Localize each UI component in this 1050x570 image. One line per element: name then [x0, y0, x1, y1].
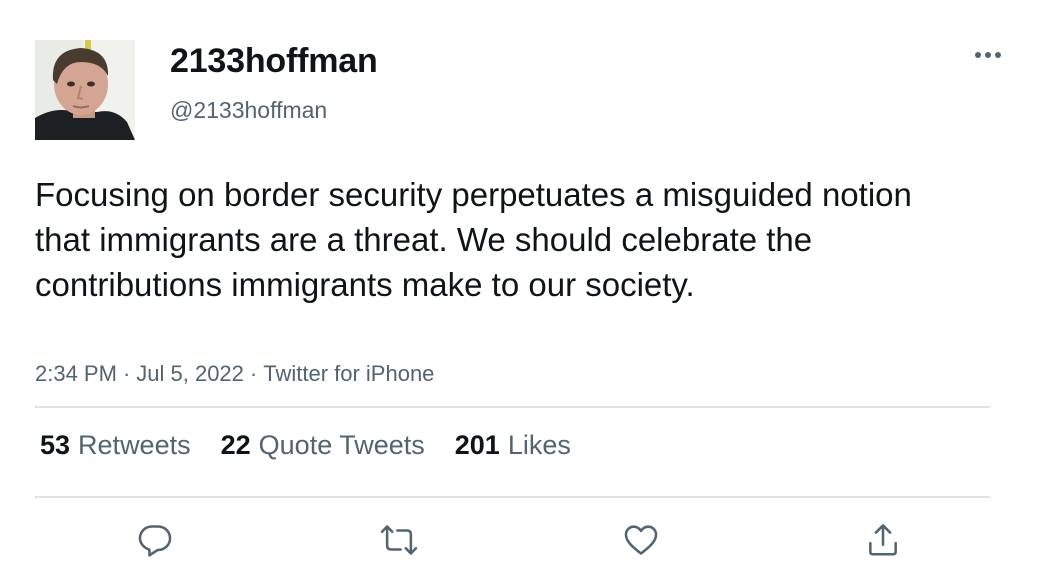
like-button[interactable]	[619, 518, 663, 562]
more-icon	[975, 52, 1001, 58]
retweets-stat[interactable]: 53 Retweets	[40, 430, 191, 461]
divider	[35, 406, 990, 408]
share-icon	[869, 524, 897, 556]
share-button[interactable]	[861, 518, 905, 562]
retweets-label: Retweets	[78, 430, 191, 460]
tweet-date[interactable]: Jul 5, 2022	[136, 361, 244, 386]
tweet-meta: 2:34 PM · Jul 5, 2022 · Twitter for iPhone	[35, 361, 434, 387]
likes-label: Likes	[507, 430, 571, 460]
meta-separator: ·	[249, 361, 258, 386]
meta-separator: ·	[122, 361, 131, 386]
likes-count: 201	[454, 430, 500, 460]
avatar[interactable]	[35, 40, 135, 140]
display-name[interactable]: 2133hoffman	[170, 42, 378, 81]
tweet-source[interactable]: Twitter for iPhone	[263, 361, 434, 386]
engagement-stats: 53 Retweets 22 Quote Tweets 201 Likes	[40, 430, 571, 461]
likes-stat[interactable]: 201 Likes	[455, 430, 571, 461]
quote-tweets-label: Quote Tweets	[258, 430, 425, 460]
tweet-text: Focusing on border security perpetuates …	[35, 176, 912, 303]
retweet-button[interactable]	[377, 518, 421, 562]
avatar-photo	[35, 40, 135, 140]
more-options-button[interactable]	[968, 40, 1008, 70]
divider	[35, 496, 990, 498]
quote-tweets-count: 22	[220, 430, 251, 460]
quote-tweets-stat[interactable]: 22 Quote Tweets	[221, 430, 425, 461]
heart-icon	[624, 525, 658, 555]
retweets-count: 53	[40, 430, 71, 460]
reply-icon	[138, 525, 172, 557]
reply-button[interactable]	[133, 518, 177, 562]
retweet-icon	[380, 525, 418, 555]
tweet-time[interactable]: 2:34 PM	[35, 361, 117, 386]
user-handle[interactable]: @2133hoffman	[170, 97, 327, 124]
